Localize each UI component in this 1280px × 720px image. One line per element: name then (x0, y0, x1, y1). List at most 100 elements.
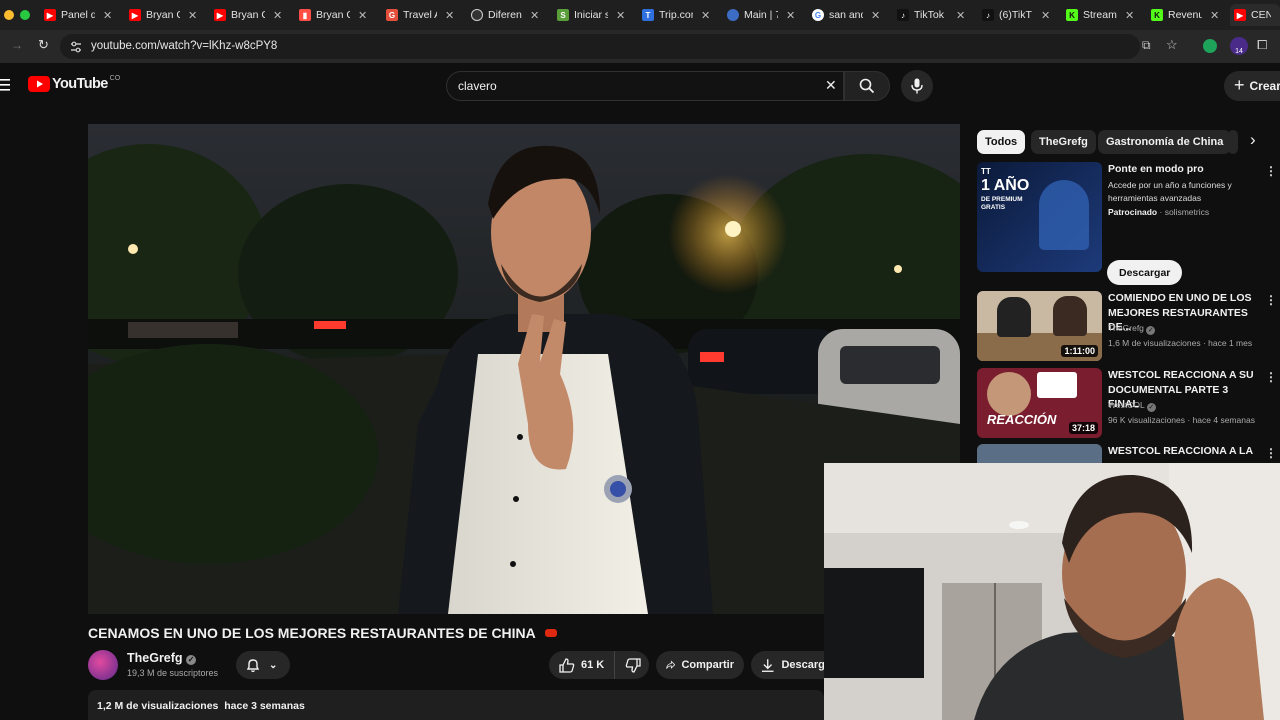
extensions-puzzle-icon[interactable]: ⧠ (1257, 37, 1267, 53)
browser-tab[interactable]: Diferenc ✕ (471, 4, 539, 26)
china-flag-icon (545, 629, 558, 637)
thumbs-down-icon (625, 657, 641, 673)
microphone-icon (911, 78, 923, 94)
trip-icon: T (642, 9, 654, 21)
youtube-play-logo-icon (28, 76, 50, 92)
minimize-window-button[interactable] (4, 10, 14, 20)
close-tab-icon[interactable]: ✕ (1041, 9, 1050, 22)
search-button[interactable] (844, 71, 890, 101)
close-tab-icon[interactable]: ✕ (358, 9, 367, 22)
description-box[interactable]: 1,2 M de visualizaciones hace 3 semanas (88, 690, 824, 720)
browser-tab[interactable]: ▶ Panel d ✕ (44, 4, 112, 26)
ad-figure (1039, 180, 1089, 250)
hamburger-menu-icon[interactable] (0, 79, 10, 91)
recommendation-item[interactable]: REACCIÓN 37:18 WESTCOL REACCIONA A SU DO… (977, 368, 1277, 440)
video-thumbnail[interactable]: 1:11:00 (977, 291, 1102, 361)
recommendation-item[interactable]: WESTCOL REACCIONA A LA ⋮ (977, 444, 1277, 464)
search-input[interactable]: clavero ✕ (446, 71, 844, 101)
browser-tab[interactable]: G san and ✕ (812, 4, 880, 26)
browser-tab[interactable]: ▶ Bryan C ✕ (129, 4, 197, 26)
close-tab-icon[interactable]: ✕ (1210, 9, 1219, 22)
youtube-logo[interactable]: YouTube CO (28, 75, 120, 92)
youtube-icon: ▶ (214, 9, 226, 21)
close-tab-icon[interactable]: ✕ (871, 9, 880, 22)
close-tab-icon[interactable]: ✕ (273, 9, 282, 22)
url-bar[interactable]: youtube.com/watch?v=lKhz-w8cPY8 ⧉ ☆ (60, 34, 1178, 59)
like-button[interactable]: 61 K (549, 651, 616, 679)
browser-tab[interactable]: ♪ (6)TikT ✕ (982, 4, 1050, 26)
close-tab-icon[interactable]: ✕ (188, 9, 197, 22)
channel-avatar[interactable] (88, 650, 118, 680)
voice-search-button[interactable] (901, 70, 933, 102)
close-tab-icon[interactable]: ✕ (103, 9, 112, 22)
browser-tab[interactable]: K Revenu ✕ (1151, 4, 1219, 26)
search-icon (859, 78, 875, 94)
more-options-icon[interactable]: ⋮ (1265, 164, 1277, 178)
plus-icon: + (1234, 74, 1245, 95)
tiktok-icon: ♪ (897, 9, 909, 21)
chip-partial[interactable] (1228, 130, 1238, 154)
close-tab-icon[interactable]: ✕ (530, 9, 539, 22)
video-title: CENAMOS EN UNO DE LOS MEJORES RESTAURANT… (88, 625, 558, 641)
forward-icon[interactable]: → (11, 38, 23, 52)
close-tab-icon[interactable]: ✕ (786, 9, 795, 22)
browser-tab[interactable]: S Iniciar s ✕ (557, 4, 625, 26)
maximize-window-button[interactable] (20, 10, 30, 20)
youtube-icon: ▶ (129, 9, 141, 21)
verified-badge-icon: ✓ (186, 655, 197, 665)
chip-gastronomia-china[interactable]: Gastronomía de China (1098, 130, 1232, 154)
shopify-icon: S (557, 9, 569, 21)
ad-brand-logo: TT (981, 167, 991, 176)
close-tab-icon[interactable]: ✕ (445, 9, 454, 22)
create-button[interactable]: + Crear (1224, 71, 1280, 101)
browser-tab[interactable]: ▮ Bryan C ✕ (299, 4, 367, 26)
channel-name[interactable]: TheGrefg ✓ (127, 651, 197, 665)
bell-icon (246, 658, 260, 672)
browser-tab[interactable]: K Stream ✕ (1066, 4, 1134, 26)
chevron-down-icon: ⌄ (269, 659, 278, 671)
close-tab-icon[interactable]: ✕ (956, 9, 965, 22)
kick-icon: K (1066, 9, 1078, 21)
url-text[interactable]: youtube.com/watch?v=lKhz-w8cPY8 (91, 40, 277, 52)
share-icon (666, 660, 676, 669)
video-thumbnail[interactable]: REACCIÓN 37:18 (977, 368, 1102, 438)
browser-tab[interactable]: ▶ Bryan C ✕ (214, 4, 282, 26)
recommendation-item[interactable]: 1:11:00 COMIENDO EN UNO DE LOS MEJORES R… (977, 291, 1277, 363)
site-settings-icon[interactable] (70, 41, 82, 53)
clear-search-icon[interactable]: ✕ (825, 77, 837, 94)
more-options-icon[interactable]: ⋮ (1265, 293, 1277, 307)
reload-icon[interactable]: ↻ (38, 37, 49, 53)
ad-recommendation[interactable]: TT 1 AÑO DE PREMIUM GRATIS Ponte en modo… (977, 162, 1277, 287)
browser-tab[interactable]: Main | 7 ✕ (727, 4, 795, 26)
browser-tab[interactable]: G Travel A ✕ (386, 4, 454, 26)
browser-tab[interactable]: T Trip.com ✕ (642, 4, 710, 26)
browser-tab-strip: ▶ Panel d ✕ ▶ Bryan C ✕ ▶ Bryan C ✕ ▮ Br… (0, 0, 1280, 30)
more-options-icon[interactable]: ⋮ (1265, 446, 1277, 460)
close-tab-icon[interactable]: ✕ (616, 9, 625, 22)
browser-tab[interactable]: ♪ TikTok ✕ (897, 4, 965, 26)
ad-thumbnail[interactable]: TT 1 AÑO DE PREMIUM GRATIS (977, 162, 1102, 272)
google-icon: G (812, 9, 824, 21)
chips-next-arrow-icon[interactable]: › (1250, 130, 1256, 150)
verified-badge-icon: ✓ (1146, 326, 1156, 335)
bookmark-star-icon[interactable]: ☆ (1166, 37, 1178, 53)
thumbs-up-icon (559, 657, 575, 673)
grammarly-extension-icon[interactable] (1203, 39, 1217, 53)
dislike-button[interactable] (615, 651, 651, 679)
install-app-icon[interactable]: ⧉ (1142, 38, 1151, 53)
notifications-dropdown-button[interactable]: ⌄ (236, 651, 290, 679)
ad-download-button[interactable]: Descargar (1107, 260, 1183, 285)
analytics-icon: ▮ (299, 9, 311, 21)
verified-badge-icon: ✓ (1146, 403, 1156, 412)
youtube-icon: ▶ (1234, 9, 1246, 21)
video-thumbnail[interactable] (977, 444, 1102, 464)
more-options-icon[interactable]: ⋮ (1265, 370, 1277, 384)
close-tab-icon[interactable]: ✕ (1125, 9, 1134, 22)
close-tab-icon[interactable]: ✕ (701, 9, 710, 22)
browser-tab-active[interactable]: ▶ CEN (1230, 4, 1280, 26)
chip-thegrefg[interactable]: TheGrefg (1031, 130, 1096, 154)
chip-todos[interactable]: Todos (977, 130, 1026, 154)
profile-avatar[interactable]: 14 (1230, 37, 1248, 55)
share-button[interactable]: Compartir (656, 651, 744, 679)
brain-icon (727, 9, 739, 21)
